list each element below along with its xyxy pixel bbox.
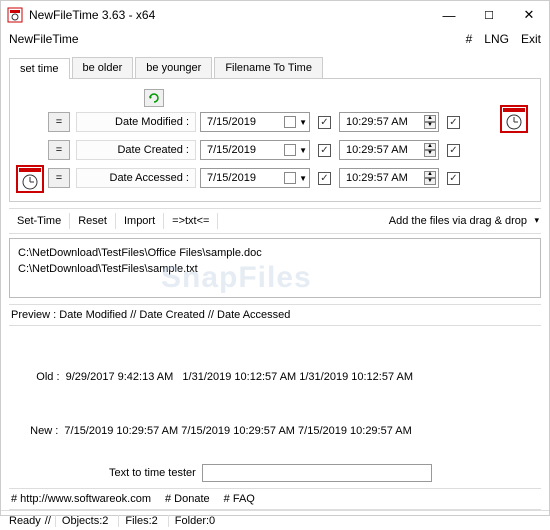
time-accessed-input[interactable]: 10:29:57 AM ▲▼: [339, 168, 439, 188]
tab-set-time[interactable]: set time: [9, 58, 70, 79]
check-created-time[interactable]: ✓: [447, 144, 460, 157]
calendar-icon[interactable]: [284, 144, 296, 156]
eq-created-button[interactable]: =: [48, 140, 70, 160]
status-ready: Ready: [9, 515, 41, 527]
preview-old: Old : 9/29/2017 9:42:13 AM 1/31/2019 10:…: [21, 368, 529, 386]
date-accessed-input[interactable]: 7/15/2019 ▼: [200, 168, 310, 188]
text-tester-label: Text to time tester: [109, 467, 196, 479]
import-button[interactable]: Import: [116, 213, 164, 229]
tab-be-older[interactable]: be older: [72, 57, 134, 78]
status-folder: Folder:0: [168, 515, 221, 527]
time-created-input[interactable]: 10:29:57 AM ▲▼: [339, 140, 439, 160]
label-modified: Date Modified :: [76, 112, 196, 132]
check-modified-time[interactable]: ✓: [447, 116, 460, 129]
label-created: Date Created :: [76, 140, 196, 160]
status-files: Files:2: [118, 515, 163, 527]
link-faq[interactable]: # FAQ: [224, 493, 255, 505]
window-title: NewFileTime 3.63 - x64: [29, 8, 429, 22]
menu-lng[interactable]: LNG: [484, 32, 509, 46]
date-created-input[interactable]: 7/15/2019 ▼: [200, 140, 310, 160]
list-item[interactable]: C:\NetDownload\TestFiles\sample.txt: [18, 261, 532, 277]
tab-be-younger[interactable]: be younger: [135, 57, 212, 78]
text-tester-input[interactable]: [202, 464, 432, 482]
check-created-date[interactable]: ✓: [318, 144, 331, 157]
status-objects: Objects:2: [55, 515, 114, 527]
calendar-icon[interactable]: [284, 116, 296, 128]
time-modified-input[interactable]: 10:29:57 AM ▲▼: [339, 112, 439, 132]
menu-exit[interactable]: Exit: [521, 32, 541, 46]
clock-right-icon[interactable]: [500, 105, 528, 133]
menu-app[interactable]: NewFileTime: [9, 32, 454, 46]
label-accessed: Date Accessed :: [76, 168, 196, 188]
preview-new: New : 7/15/2019 10:29:57 AM 7/15/2019 10…: [21, 422, 529, 440]
check-accessed-date[interactable]: ✓: [318, 172, 331, 185]
preview-header: Preview : Date Modified // Date Created …: [9, 304, 541, 326]
txt-button[interactable]: =>txt<=: [164, 213, 218, 229]
app-icon: [7, 7, 23, 23]
tab-filename-to-time[interactable]: Filename To Time: [214, 57, 323, 78]
check-modified-date[interactable]: ✓: [318, 116, 331, 129]
refresh-icon[interactable]: [144, 89, 164, 107]
set-time-button[interactable]: Set-Time: [9, 213, 70, 229]
minimize-button[interactable]: —: [429, 1, 469, 29]
check-accessed-time[interactable]: ✓: [447, 172, 460, 185]
link-donate[interactable]: # Donate: [165, 493, 210, 505]
calendar-icon[interactable]: [284, 172, 296, 184]
link-site[interactable]: # http://www.softwareok.com: [11, 493, 151, 505]
date-modified-input[interactable]: 7/15/2019 ▼: [200, 112, 310, 132]
menu-hash[interactable]: #: [466, 32, 473, 46]
maximize-button[interactable]: ☐: [469, 1, 509, 29]
eq-accessed-button[interactable]: =: [48, 168, 70, 188]
clock-left-icon[interactable]: [16, 165, 44, 193]
list-item[interactable]: C:\NetDownload\TestFiles\Office Files\sa…: [18, 245, 532, 261]
eq-modified-button[interactable]: =: [48, 112, 70, 132]
drag-drop-menu[interactable]: Add the files via drag & drop: [389, 215, 541, 227]
reset-button[interactable]: Reset: [70, 213, 116, 229]
close-button[interactable]: ✕: [509, 1, 549, 29]
file-list[interactable]: C:\NetDownload\TestFiles\Office Files\sa…: [9, 238, 541, 298]
